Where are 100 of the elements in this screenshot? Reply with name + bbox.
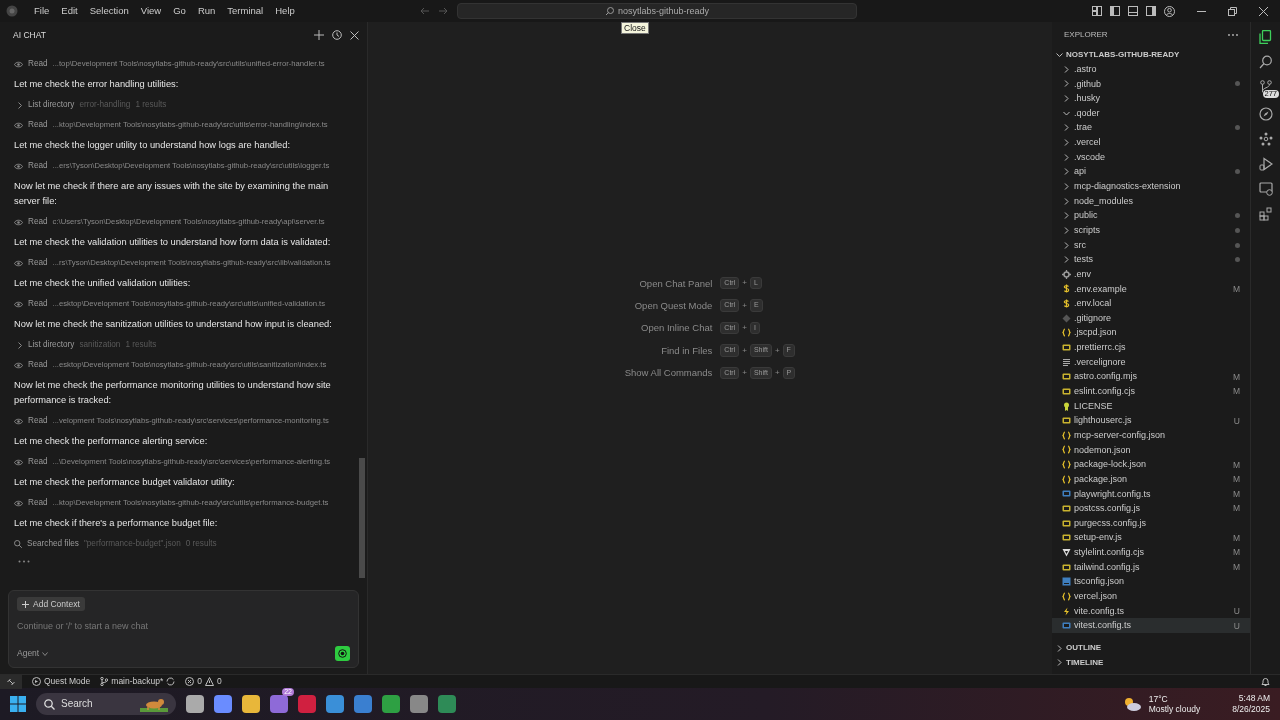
menu-item[interactable]: Selection [83, 5, 135, 17]
dollar-icon [1062, 299, 1071, 309]
history-icon[interactable] [332, 30, 342, 40]
tool-label: Read [28, 217, 48, 227]
folder-root[interactable]: NOSYTLABS-GITHUB-READY [1052, 48, 1250, 62]
file-tree-item[interactable]: tests [1052, 252, 1250, 267]
file-tree-item[interactable]: tailwind.config.js M [1052, 559, 1250, 575]
chat-input-field[interactable]: Continue or '/' to start a new chat [17, 621, 350, 632]
file-tree-item[interactable]: lighthouserc.js U [1052, 413, 1250, 428]
file-tree-item[interactable]: scripts [1052, 223, 1250, 238]
mode-dropdown[interactable]: Agent [17, 648, 49, 659]
file-tree-item[interactable]: package-lock.json M [1052, 457, 1250, 472]
file-tree-item[interactable]: .qoder [1052, 105, 1250, 121]
scrollbar-thumb[interactable] [359, 458, 365, 578]
branch-button[interactable]: main-backup* [100, 676, 176, 687]
file-tree-item[interactable]: .github [1052, 76, 1250, 92]
eye-icon [14, 361, 23, 369]
tool-label[interactable]: List directory [28, 340, 75, 350]
tool-label: Read [28, 161, 48, 171]
close-icon[interactable] [350, 30, 359, 40]
file-tree-item[interactable]: .env.example M [1052, 281, 1250, 297]
windows-logo-icon[interactable] [10, 696, 26, 712]
panel-bottom-icon[interactable] [1128, 6, 1138, 16]
file-tree-item[interactable]: .env [1052, 266, 1250, 282]
forward-arrow-icon[interactable] [438, 6, 448, 16]
file-tree-item[interactable]: astro.config.mjs M [1052, 369, 1250, 385]
chevron-right-icon[interactable] [18, 101, 23, 109]
file-tree-item[interactable]: LICENSE [1052, 398, 1250, 414]
layout-icon[interactable] [1092, 6, 1102, 16]
menu-item[interactable]: Run [191, 5, 222, 17]
file-tree-item[interactable]: node_modules [1052, 193, 1250, 209]
file-tree-item[interactable]: nodemon.json [1052, 442, 1250, 458]
run-debug-icon[interactable] [1258, 157, 1273, 171]
menu-item[interactable]: File [28, 5, 56, 17]
plus-icon[interactable] [314, 30, 324, 40]
chevron-right-icon[interactable] [18, 341, 23, 349]
menu-item[interactable]: View [134, 5, 168, 17]
remote-button[interactable] [0, 674, 22, 689]
sidebar-right-icon[interactable] [1146, 6, 1156, 16]
file-tree-item[interactable]: purgecss.config.js [1052, 515, 1250, 531]
send-button[interactable] [335, 646, 350, 661]
file-tree-item[interactable]: postcss.config.js M [1052, 501, 1250, 516]
file-tree-item[interactable]: mcp-diagnostics-extension [1052, 179, 1250, 194]
menu-item[interactable]: Go [167, 5, 192, 17]
file-tree-item[interactable]: .trae [1052, 120, 1250, 136]
eye-icon [14, 218, 23, 226]
bell-icon[interactable] [1261, 676, 1270, 687]
file-tree-item[interactable]: .prettierrc.cjs [1052, 340, 1250, 355]
file-tree-item[interactable]: .vscode [1052, 149, 1250, 165]
temperature: 17°C [1148, 693, 1169, 704]
file-tree-item[interactable]: playwright.config.ts M [1052, 486, 1250, 502]
sidebar-left-icon[interactable] [1110, 6, 1120, 16]
add-context-button[interactable]: Add Context [17, 597, 85, 612]
file-tree-item[interactable]: .gitignore [1052, 310, 1250, 326]
file-tree-item[interactable]: tsconfig.json [1052, 574, 1250, 590]
menu-item[interactable]: Help [269, 5, 301, 17]
back-arrow-icon[interactable] [420, 6, 430, 16]
file-tree-item[interactable]: eslint.config.cjs M [1052, 384, 1250, 399]
file-tree-item[interactable]: .vercelignore [1052, 354, 1250, 370]
file-tree-item[interactable]: package.json M [1052, 471, 1250, 487]
git-status-label: M [1232, 283, 1240, 294]
clock-date[interactable]: 8/26/2025 [1232, 704, 1270, 716]
square-file-icon [1062, 577, 1071, 587]
file-tree-item[interactable]: api [1052, 164, 1250, 180]
tool-label[interactable]: List directory [28, 100, 75, 110]
file-tree-item[interactable]: public [1052, 208, 1250, 224]
chat-message: Let me check the error handling utilities: [14, 78, 180, 91]
menu-item[interactable]: Edit [55, 5, 84, 17]
menu-item[interactable]: Terminal [221, 5, 270, 17]
error-icon [185, 677, 195, 686]
file-tree-item[interactable]: mcp-server-config.json [1052, 428, 1250, 443]
file-tree-item[interactable]: .husky [1052, 91, 1250, 106]
section-header[interactable]: TIMELINE [1052, 655, 1250, 670]
taskbar-search[interactable]: Search [36, 693, 176, 715]
file-tree-item[interactable]: vitest.config.ts U [1052, 618, 1250, 633]
file-tree-item[interactable]: vite.config.ts U [1052, 603, 1250, 619]
gear-icon [1062, 269, 1071, 279]
extensions-icon[interactable] [1258, 207, 1273, 221]
file-tree-item[interactable]: stylelint.config.cjs M [1052, 545, 1250, 560]
restore-icon[interactable] [1228, 6, 1237, 16]
command-center[interactable]: nosytlabs-github-ready [457, 3, 857, 19]
file-tree-item[interactable]: src [1052, 237, 1250, 253]
account-icon[interactable] [1164, 5, 1175, 17]
problems-button[interactable]: 0 0 [185, 676, 222, 687]
close-icon[interactable] [1259, 6, 1268, 16]
file-tree-item[interactable]: .astro [1052, 62, 1250, 77]
search-icon[interactable] [1258, 55, 1273, 69]
file-tree-item[interactable]: vercel.json [1052, 589, 1250, 604]
clock-time[interactable]: 5:48 AM [1232, 692, 1270, 704]
section-header[interactable]: OUTLINE [1052, 640, 1250, 656]
file-tree-item[interactable]: .jscpd.json [1052, 325, 1250, 341]
files-icon[interactable] [1258, 30, 1273, 44]
nodes-icon[interactable] [1258, 132, 1273, 146]
tool-label: Read [28, 416, 48, 426]
quest-mode-button[interactable]: Quest Mode [32, 676, 91, 687]
compass-icon[interactable] [1258, 107, 1273, 121]
monitor-icon[interactable] [1258, 182, 1273, 196]
file-tree-item[interactable]: .env.local [1052, 296, 1250, 311]
file-tree-item[interactable]: setup-env.js M [1052, 530, 1250, 546]
file-tree-item[interactable]: .vercel [1052, 135, 1250, 150]
